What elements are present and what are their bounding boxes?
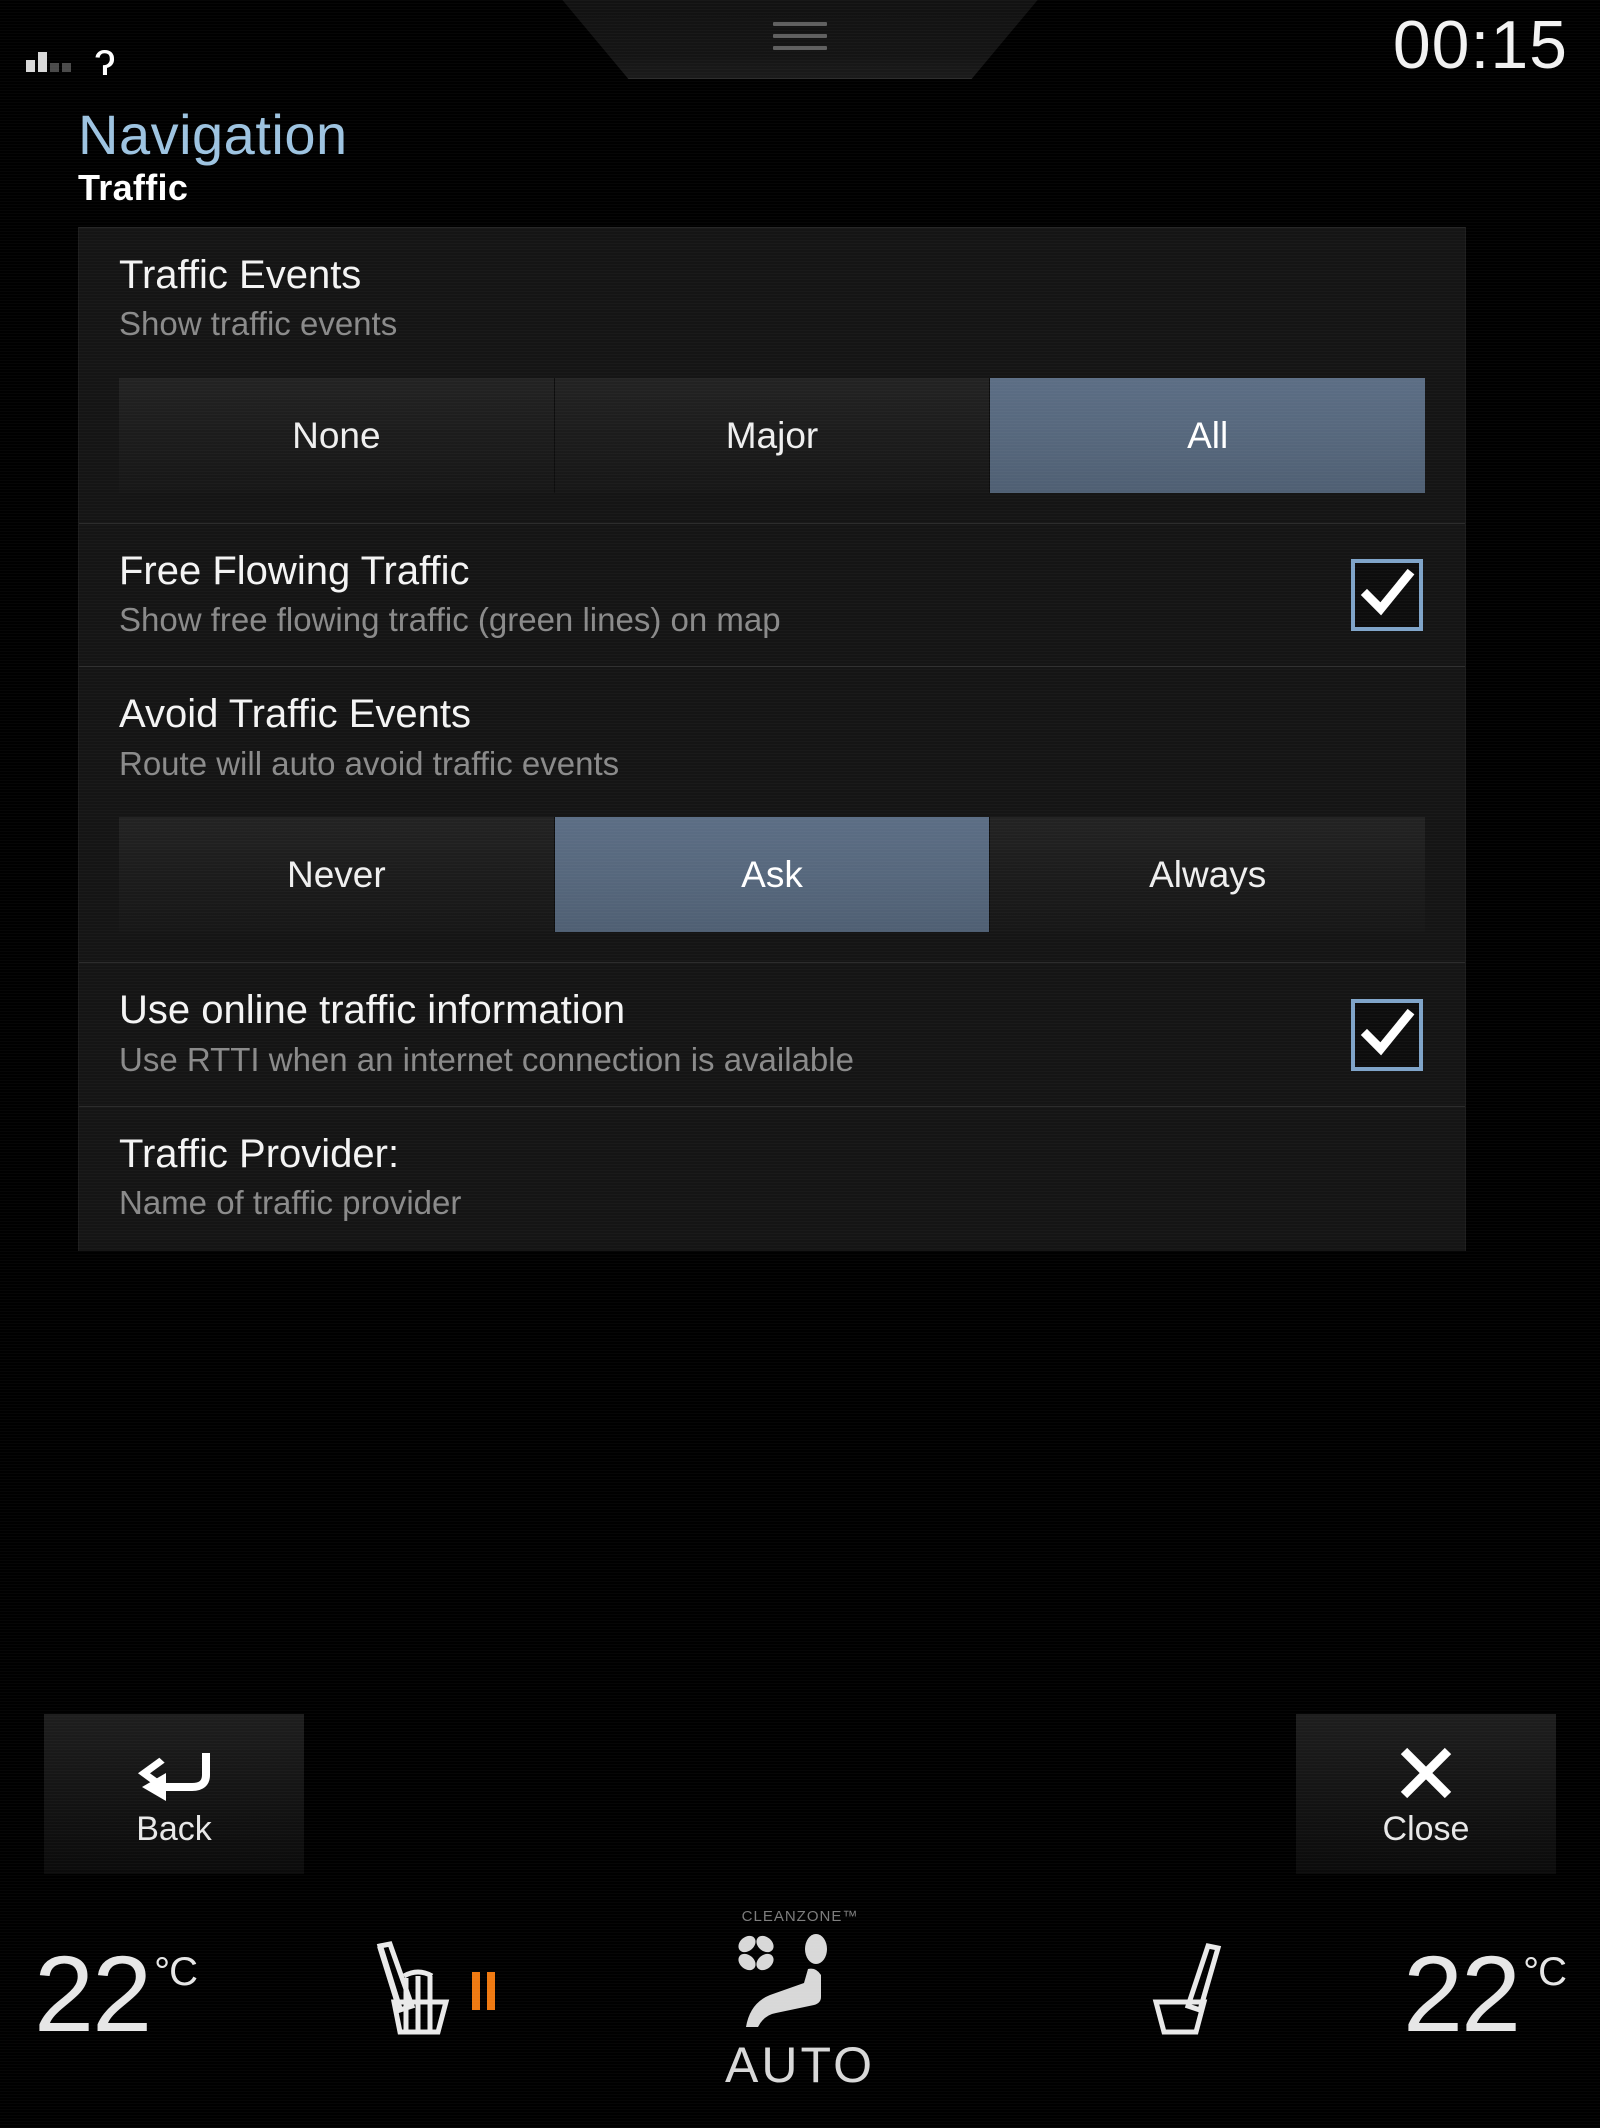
check-icon [1357,564,1417,624]
status-indicators: ɂ [26,20,116,72]
setting-subtitle: Use RTTI when an internet connection is … [119,1041,1315,1080]
page-heading: Navigation Traffic [0,92,1600,209]
setting-subtitle: Route will auto avoid traffic events [119,745,1425,784]
setting-avoid-traffic-events: Avoid Traffic Events Route will auto avo… [79,666,1465,791]
setting-title: Avoid Traffic Events [119,691,1425,738]
close-x-icon [1395,1740,1457,1806]
setting-title: Free Flowing Traffic [119,548,1315,595]
drag-handle-icon[interactable] [773,22,827,50]
driver-temperature[interactable]: 22 °C [34,1944,197,2043]
use-online-traffic-checkbox[interactable] [1351,999,1423,1071]
passenger-temperature[interactable]: 22 °C [1403,1944,1566,2043]
driver-seat-heat-level [472,1972,495,2010]
traffic-events-segmented-control: None Major All [79,352,1465,523]
check-icon [1357,1003,1417,1063]
app-title: Navigation [78,106,1600,163]
status-clock: 00:15 [1393,6,1568,84]
setting-title: Traffic Provider: [119,1131,1425,1178]
settings-panel: Traffic Events Show traffic events None … [78,227,1466,1251]
segment-option-all[interactable]: All [990,378,1425,493]
segment-option-ask[interactable]: Ask [555,817,991,932]
segment-option-major[interactable]: Major [555,378,991,493]
page-title: Traffic [78,167,1600,209]
setting-title: Traffic Events [119,252,1425,299]
cleanzone-label: CLEANZONE™ [742,1908,859,1925]
setting-subtitle: Show traffic events [119,305,1425,344]
passenger-seat-heater-button[interactable] [1144,1936,1240,2045]
setting-subtitle: Name of traffic provider [119,1184,1425,1223]
close-button-label: Close [1383,1810,1470,1849]
bluetooth-icon: ɂ [95,42,116,76]
setting-title: Use online traffic information [119,987,1315,1034]
back-button[interactable]: Back [44,1714,304,1874]
back-button-label: Back [136,1810,212,1849]
driver-seat-heater-button[interactable] [360,1936,495,2045]
status-bar: ɂ 00:15 [0,0,1600,92]
fan-seat-auto-icon [720,1927,880,2042]
segment-option-none[interactable]: None [119,378,555,493]
bottom-button-bar: Back Close [0,1714,1600,1874]
setting-traffic-provider: Traffic Provider: Name of traffic provid… [79,1106,1465,1251]
setting-subtitle: Show free flowing traffic (green lines) … [119,601,1315,640]
climate-auto-button[interactable]: CLEANZONE™ AUTO [640,1908,960,2094]
setting-free-flowing-traffic[interactable]: Free Flowing Traffic Show free flowing t… [79,523,1465,666]
climate-auto-label: AUTO [725,2036,875,2094]
avoid-traffic-segmented-control: Never Ask Always [79,791,1465,962]
passenger-temperature-value: 22 [1403,1944,1519,2043]
driver-temperature-unit: °C [154,1950,197,1995]
close-button[interactable]: Close [1296,1714,1556,1874]
segment-option-never[interactable]: Never [119,817,555,932]
passenger-temperature-unit: °C [1523,1950,1566,1995]
climate-bar: 22 °C CLEANZONE™ [0,1906,1600,2128]
free-flowing-traffic-checkbox[interactable] [1351,559,1423,631]
driver-temperature-value: 22 [34,1944,150,2043]
back-arrow-icon [132,1740,216,1806]
seat-heater-icon [360,1936,456,2045]
seat-icon [1144,1936,1240,2045]
segment-option-always[interactable]: Always [990,817,1425,932]
setting-use-online-traffic[interactable]: Use online traffic information Use RTTI … [79,962,1465,1105]
signal-bars-icon [26,38,71,72]
setting-traffic-events: Traffic Events Show traffic events [79,228,1465,352]
